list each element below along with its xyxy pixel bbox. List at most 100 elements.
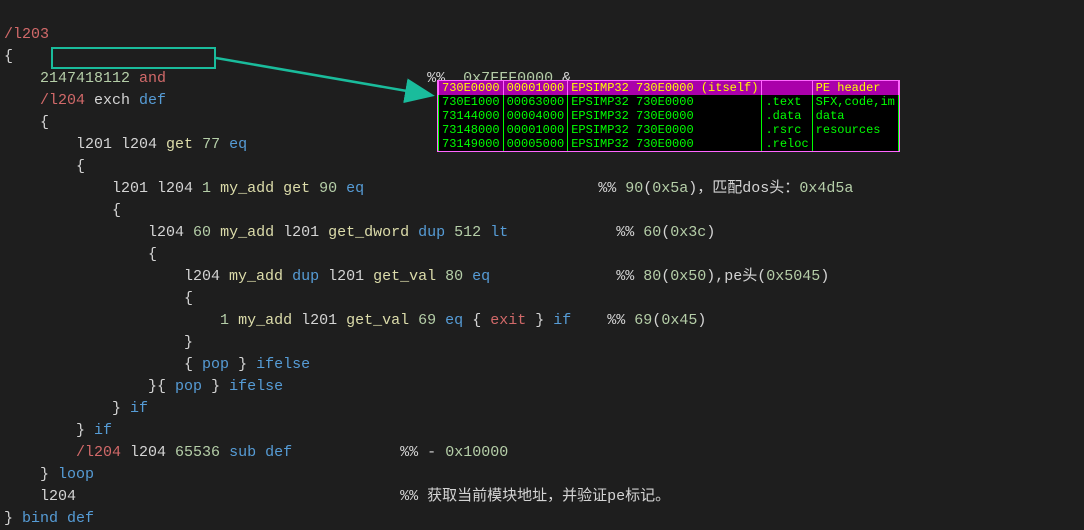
num: 69 (418, 312, 436, 329)
comment: ) (706, 224, 715, 241)
fn-myadd: my_add (238, 312, 292, 329)
kw-if: if (130, 400, 148, 417)
kw-ifelse: ifelse (229, 378, 283, 395)
table-cell: 00063000 (503, 95, 568, 109)
num: 65536 (175, 444, 220, 461)
comment: ( (652, 312, 661, 329)
brace-open: { (148, 246, 157, 263)
table-cell: 730E0000 (439, 81, 504, 95)
comment: ( (661, 224, 670, 241)
table-cell: EPSIMP32 730E0000 (568, 109, 762, 123)
num: 90 (319, 180, 337, 197)
pe-header-table: 730E0000 00001000 EPSIMP32 730E0000 (its… (437, 80, 900, 152)
comment-num: 80 (643, 268, 661, 285)
kw-eq: eq (472, 268, 490, 285)
text: exch (85, 92, 139, 109)
kw-eq: eq (229, 136, 247, 153)
text: l201 (292, 312, 346, 329)
table-cell: .reloc (762, 137, 812, 151)
kw-ifelse: ifelse (256, 356, 310, 373)
table-cell: 73149000 (439, 137, 504, 151)
num-one: 1 (202, 180, 211, 197)
comment-prefix: %% (607, 312, 634, 329)
kw-def: def (265, 444, 292, 461)
comment-prefix: %% (598, 180, 625, 197)
fn-getdword: get_dword (328, 224, 409, 241)
text: } (202, 378, 229, 395)
num-one: 1 (220, 312, 229, 329)
brace-open: { (4, 48, 13, 65)
comment-hex: 0x5045 (766, 268, 820, 285)
comment: ) (820, 268, 829, 285)
fn-myadd: my_add (229, 268, 283, 285)
brace-open: { (112, 202, 121, 219)
num: 512 (454, 224, 481, 241)
table-cell: .data (762, 109, 812, 123)
comment: )，匹配dos头： (688, 180, 799, 197)
fn-getval: get_val (373, 268, 436, 285)
literal-num: 2147418112 (40, 70, 130, 87)
kw-sub: sub (229, 444, 256, 461)
table-cell: .text (762, 95, 812, 109)
comment-hex: 0x10000 (445, 444, 508, 461)
table-cell: resources (812, 123, 898, 137)
comment-prefix: %% (616, 224, 643, 241)
text: l204 (40, 488, 76, 505)
comment: %% 获取当前模块地址，并验证pe标记。 (400, 488, 670, 505)
fn-myadd: my_add (220, 224, 274, 241)
kw-loop: loop (58, 466, 94, 483)
table-cell: EPSIMP32 730E0000 (568, 123, 762, 137)
fn-get: get (283, 180, 310, 197)
comment: ( (661, 268, 670, 285)
text: { (184, 356, 202, 373)
table-cell: 00004000 (503, 109, 568, 123)
comment-hex: 0x4d5a (799, 180, 853, 197)
text: } (526, 312, 553, 329)
kw-def: def (139, 92, 166, 109)
proc-name: /l203 (4, 26, 49, 43)
comment-op: - (427, 444, 445, 461)
table-row: 73149000 00005000 EPSIMP32 730E0000 .rel… (439, 137, 899, 151)
table-cell: 73148000 (439, 123, 504, 137)
fn-myadd: my_add (220, 180, 274, 197)
text: l204 (121, 444, 175, 461)
var-name: /l204 (40, 92, 85, 109)
comment: ( (643, 180, 652, 197)
num: 80 (445, 268, 463, 285)
comment-prefix: %% (616, 268, 643, 285)
text: l201 (274, 224, 328, 241)
comment: ),pe头( (706, 268, 766, 285)
brace-close: } (184, 334, 193, 351)
table-cell: EPSIMP32 730E0000 (568, 137, 762, 151)
text: l201 l204 (76, 136, 166, 153)
brace-open: { (76, 158, 85, 175)
kw-dup: dup (418, 224, 445, 241)
comment-hex: 0x50 (670, 268, 706, 285)
comment-num: 60 (643, 224, 661, 241)
comment-num: 69 (634, 312, 652, 329)
text: } (40, 466, 58, 483)
kw pract10-pop: pop (175, 378, 202, 395)
table-cell: SFX,code,im (812, 95, 898, 109)
text: } (229, 356, 256, 373)
comment-hex: 0x3c (670, 224, 706, 241)
table-cell: .rsrc (762, 123, 812, 137)
table-header-row: 730E0000 00001000 EPSIMP32 730E0000 (its… (439, 81, 899, 95)
kw-eq: eq (445, 312, 463, 329)
table-row: 730E1000 00063000 EPSIMP32 730E0000 .tex… (439, 95, 899, 109)
num: 60 (193, 224, 211, 241)
table-cell: EPSIMP32 730E0000 (568, 95, 762, 109)
kw-pop: pop (202, 356, 229, 373)
kw-def: def (67, 510, 94, 527)
table-cell: 00001000 (503, 81, 568, 95)
text: } (4, 510, 22, 527)
fn-getval: get_val (346, 312, 409, 329)
table-row: 73148000 00001000 EPSIMP32 730E0000 .rsr… (439, 123, 899, 137)
text: } (76, 422, 94, 439)
num: 77 (202, 136, 220, 153)
var-name: /l204 (76, 444, 121, 461)
table-cell: 73144000 (439, 109, 504, 123)
kw-dup: dup (292, 268, 319, 285)
kw-bind: bind (22, 510, 58, 527)
text: l201 (319, 268, 373, 285)
